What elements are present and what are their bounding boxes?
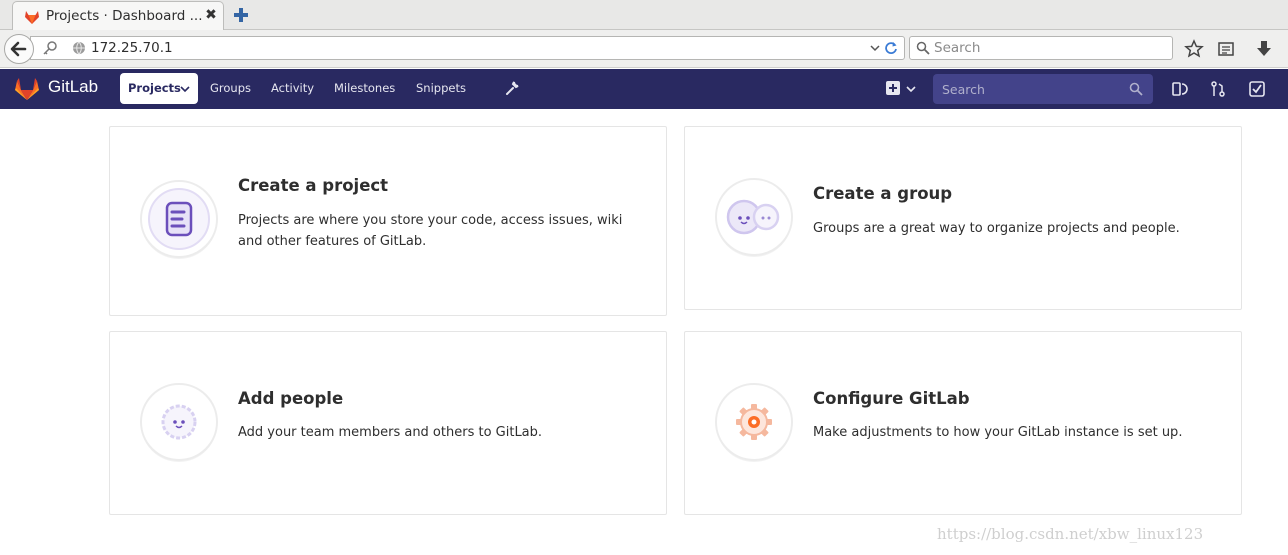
chevron-down-icon xyxy=(180,86,190,93)
browser-search-input[interactable]: Search xyxy=(909,36,1173,60)
card-description: Projects are where you store your code, … xyxy=(238,213,623,249)
add-people-card[interactable]: Add people Add your team members and oth… xyxy=(109,331,667,515)
tab-title: Projects · Dashboard ... xyxy=(46,8,203,24)
download-icon[interactable] xyxy=(1254,39,1274,59)
search-icon xyxy=(1129,82,1143,96)
gitlab-header: GitLab Projects Groups Activity Mileston… xyxy=(0,69,1288,109)
create-group-card[interactable]: Create a group Groups are a great way to… xyxy=(684,126,1242,310)
browser-tab-strip: Projects · Dashboard ... ✖ xyxy=(0,0,1288,31)
site-identity-key-icon[interactable] xyxy=(41,40,59,56)
create-project-card[interactable]: Create a project Projects are where you … xyxy=(109,126,667,316)
new-tab-plus-icon[interactable] xyxy=(230,5,252,25)
nav-snippets[interactable]: Snippets xyxy=(416,81,466,95)
project-illustration-icon xyxy=(140,180,218,259)
gitlab-favicon-icon xyxy=(25,11,39,24)
back-arrow-icon xyxy=(10,41,27,57)
nav-projects-label: Projects xyxy=(128,81,181,95)
search-icon xyxy=(916,41,930,55)
nav-groups[interactable]: Groups xyxy=(210,81,251,95)
chevron-down-icon[interactable] xyxy=(906,85,916,93)
nav-activity[interactable]: Activity xyxy=(271,81,314,95)
merge-requests-icon[interactable] xyxy=(1209,80,1227,98)
tab-close-button[interactable]: ✖ xyxy=(203,6,219,24)
card-description: Make adjustments to how your GitLab inst… xyxy=(813,425,1183,440)
gitlab-brand-text[interactable]: GitLab xyxy=(48,77,98,97)
card-title: Configure GitLab xyxy=(813,389,970,408)
group-illustration-icon xyxy=(715,178,793,257)
new-item-plus-icon[interactable] xyxy=(886,81,900,95)
admin-wrench-icon[interactable] xyxy=(504,80,520,96)
watermark-text: https://blog.csdn.net/xbw_linux123 xyxy=(937,525,1204,543)
card-title: Add people xyxy=(238,389,344,408)
gitlab-search-input[interactable]: Search xyxy=(933,74,1153,104)
globe-icon xyxy=(73,41,85,55)
back-button[interactable] xyxy=(4,34,34,64)
gear-illustration-icon xyxy=(715,383,793,462)
card-description: Groups are a great way to organize proje… xyxy=(813,221,1180,236)
url-history-dropdown-icon[interactable] xyxy=(869,41,881,55)
bookmark-star-icon[interactable] xyxy=(1184,39,1204,59)
bookmarks-menu-icon[interactable] xyxy=(1216,39,1236,59)
todos-check-icon[interactable] xyxy=(1248,80,1266,98)
card-title: Create a group xyxy=(813,184,953,203)
url-text: 172.25.70.1 xyxy=(91,40,173,56)
nav-milestones[interactable]: Milestones xyxy=(334,81,395,95)
issues-icon[interactable] xyxy=(1170,80,1188,98)
gitlab-logo-icon[interactable] xyxy=(14,77,40,101)
card-title: Create a project xyxy=(238,176,389,195)
browser-tab[interactable]: Projects · Dashboard ... ✖ xyxy=(12,1,224,31)
configure-gitlab-card[interactable]: Configure GitLab Make adjustments to how… xyxy=(684,331,1242,515)
browser-search-placeholder: Search xyxy=(934,40,981,56)
reload-icon[interactable] xyxy=(884,41,898,55)
people-illustration-icon xyxy=(140,383,218,462)
gitlab-search-placeholder: Search xyxy=(942,82,985,97)
browser-navigation-toolbar: 172.25.70.1 Search xyxy=(0,30,1288,68)
url-bar[interactable]: 172.25.70.1 xyxy=(30,36,905,60)
card-description: Add your team members and others to GitL… xyxy=(238,425,543,440)
nav-projects-dropdown[interactable]: Projects xyxy=(120,73,198,104)
